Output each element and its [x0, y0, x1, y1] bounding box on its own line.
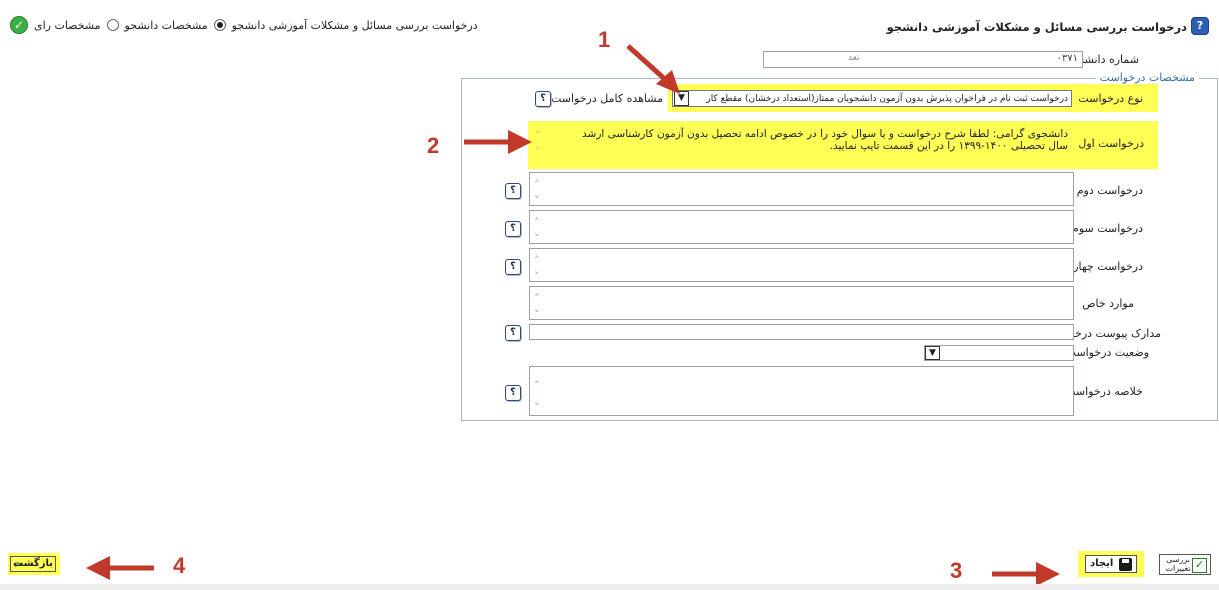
- annotation-number-1: 1: [598, 27, 611, 52]
- spinner-icon[interactable]: ˄ ˅: [534, 291, 546, 323]
- annotation-arrow-2: [464, 130, 532, 154]
- student-number-value: ۰۳۷۱: [1056, 53, 1078, 64]
- masked-region: [848, 53, 948, 66]
- annotation-arrow-4: [86, 556, 154, 580]
- summary-textarea[interactable]: ˄ ˅: [529, 366, 1074, 416]
- review-changes-label: بررسی تغییرات: [1165, 555, 1191, 573]
- first-request-textarea[interactable]: ˄ ˅ دانشجوی گرامی: لطفا شرح درخواست و یا …: [531, 124, 1074, 166]
- nav-link-request[interactable]: درخواست بررسی مسائل و مشکلات آموزشی دانش…: [232, 19, 478, 32]
- second-request-label: درخواست دوم: [1076, 184, 1143, 197]
- request-type-value: درخواست ثبت نام در فراخوان پذیرش بدون آز…: [706, 94, 1068, 104]
- second-request-textarea[interactable]: ˄ ˅: [529, 172, 1074, 209]
- annotation-number-3: 3: [950, 558, 963, 583]
- radio-vote-info[interactable]: [106, 19, 119, 31]
- page-title: درخواست بررسی مسائل و مشکلات آموزشی دانش…: [886, 20, 1187, 34]
- annotation-number-2: 2: [427, 133, 440, 158]
- second-request-help-icon[interactable]: ؟: [505, 183, 521, 199]
- spinner-icon[interactable]: ˄ ˅: [534, 215, 546, 247]
- help-icon[interactable]: ?: [1191, 17, 1209, 35]
- student-number-hint: تعد: [848, 53, 860, 63]
- status-label: وضعیت درخواست: [1065, 346, 1149, 359]
- summary-label: خلاصه درخواست: [1065, 385, 1143, 398]
- chevron-down-icon[interactable]: ▼: [925, 346, 940, 360]
- view-full-request-help-icon[interactable]: ؟: [535, 91, 551, 107]
- special-cases-label: موارد خاص: [1082, 297, 1134, 310]
- spinner-icon[interactable]: ˄ ˅: [535, 128, 547, 160]
- fieldset-legend: مشخصات درخواست: [1095, 71, 1199, 84]
- attachments-field[interactable]: [529, 324, 1074, 340]
- create-button[interactable]: ایجاد: [1085, 555, 1137, 573]
- fourth-request-textarea[interactable]: ˄ ˅: [529, 248, 1074, 285]
- annotation-arrow-1: [626, 44, 680, 94]
- check-icon: ✓: [1192, 558, 1207, 573]
- top-navigation: درخواست بررسی مسائل و مشکلات آموزشی دانش…: [10, 16, 478, 34]
- special-cases-textarea[interactable]: ˄ ˅: [529, 286, 1074, 323]
- status-select[interactable]: [924, 345, 1074, 361]
- annotation-arrow-3: [992, 562, 1060, 586]
- third-request-textarea[interactable]: ˄ ˅: [529, 210, 1074, 247]
- fourth-request-help-icon[interactable]: ؟: [505, 259, 521, 275]
- spinner-icon[interactable]: ˄ ˅: [534, 375, 546, 419]
- radio-vote-info-label: مشخصات رای: [34, 18, 101, 32]
- third-request-help-icon[interactable]: ؟: [505, 221, 521, 237]
- request-type-select[interactable]: درخواست ثبت نام در فراخوان پذیرش بدون آز…: [672, 90, 1072, 107]
- annotation-number-4: 4: [173, 553, 186, 578]
- create-button-label: ایجاد: [1090, 558, 1114, 569]
- spinner-icon[interactable]: ˄ ˅: [534, 253, 546, 285]
- third-request-label: درخواست سوم: [1072, 222, 1143, 235]
- fourth-request-label: درخواست چهارم: [1066, 260, 1143, 273]
- attachments-help-icon[interactable]: ؟: [505, 325, 521, 341]
- radio-student-info-label: مشخصات دانشجو: [124, 18, 208, 32]
- footer-bar: [0, 584, 1219, 590]
- summary-help-icon[interactable]: ؟: [505, 385, 521, 401]
- student-number-field[interactable]: ۰۳۷۱ تعد: [763, 51, 1083, 68]
- check-icon[interactable]: ✓: [10, 16, 28, 34]
- request-type-label: نوع درخواست: [1078, 92, 1143, 105]
- save-icon: [1119, 558, 1132, 571]
- back-button-label: بازگشت: [13, 558, 53, 569]
- spinner-icon[interactable]: ˄ ˅: [534, 177, 546, 209]
- first-request-label: درخواست اول: [1078, 137, 1144, 150]
- review-changes-button[interactable]: ✓ بررسی تغییرات: [1159, 554, 1211, 575]
- radio-student-info[interactable]: [213, 19, 226, 31]
- first-request-text: دانشجوی گرامی: لطفا شرح درخواست و یا سوا…: [582, 128, 1068, 152]
- back-button[interactable]: ⇦ بازگشت: [10, 556, 56, 572]
